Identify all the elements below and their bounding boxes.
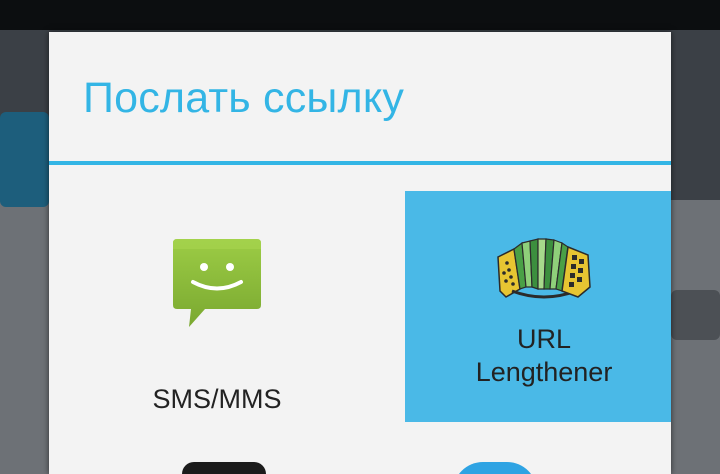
accordion-icon: [497, 238, 591, 299]
share-dialog: Послать ссылку SMS/MMS URL Lengthener: [49, 32, 671, 474]
background-app-icon: [0, 112, 49, 207]
app-item-sms-mms[interactable]: SMS/MMS: [78, 191, 356, 422]
next-app-row: [49, 452, 671, 474]
app-icon-partial: [182, 462, 266, 474]
dialog-title: Послать ссылку: [83, 74, 405, 122]
app-label-sms-mms: SMS/MMS: [152, 384, 282, 414]
app-item-url-lengthener[interactable]: URL Lengthener: [405, 191, 671, 422]
background-app-icon: [671, 290, 720, 340]
sms-smiley-icon: [173, 239, 261, 327]
title-divider: [49, 161, 671, 165]
app-icon-partial: [453, 462, 537, 474]
app-label-url-lengthener: URL Lengthener: [475, 324, 613, 387]
status-bar: [0, 0, 720, 30]
app-chooser-grid: SMS/MMS URL Lengthener: [78, 191, 671, 422]
